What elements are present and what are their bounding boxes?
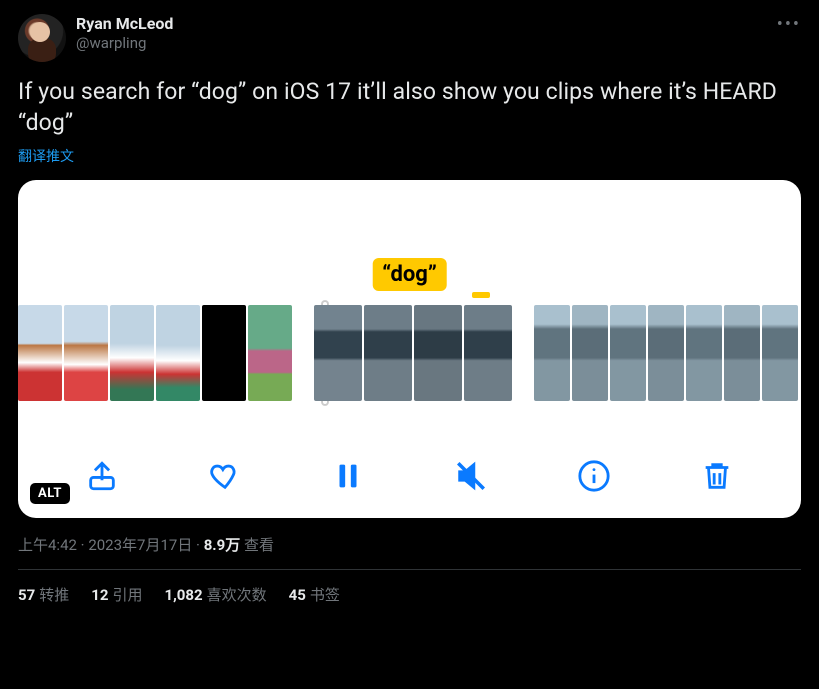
clip-group-active [314,305,512,401]
tweet-time[interactable]: 上午4:42 [18,536,77,554]
clip-thumb[interactable] [724,305,760,401]
mute-button[interactable] [451,456,491,496]
clip-thumb[interactable] [110,305,154,401]
clip-thumb[interactable] [64,305,108,401]
stat-label: 引用 [112,586,142,604]
info-button[interactable] [574,456,614,496]
clip-thumb[interactable] [156,305,200,401]
clip-thumb[interactable] [534,305,570,401]
clip-thumb[interactable] [314,305,362,401]
tweet-meta: 上午4:42 · 2023年7月17日 · 8.9万 查看 [18,534,801,555]
more-options-button[interactable]: ••• [777,14,801,35]
meta-sep: · [77,536,88,554]
media-attachment[interactable]: “dog” [18,180,801,518]
clip-thumb[interactable] [610,305,646,401]
clip-thumb[interactable] [648,305,684,401]
pause-icon [331,459,365,493]
stat-likes[interactable]: 1,082 喜欢次数 [164,584,266,605]
info-icon [577,459,611,493]
clip-thumb[interactable] [364,305,412,401]
clip-thumb[interactable] [686,305,722,401]
stat-quotes[interactable]: 12引用 [91,584,142,605]
trash-icon [700,459,734,493]
pause-button[interactable] [328,456,368,496]
stat-label: 喜欢次数 [207,586,267,604]
stat-label: 书签 [310,586,340,604]
video-timeline[interactable] [18,305,801,401]
author-names: Ryan McLeod @warpling [76,14,173,53]
tweet-text: If you search for “dog” on iOS 17 it’ll … [18,76,801,138]
clip-group [534,305,798,401]
tweet-container: ••• Ryan McLeod @warpling If you search … [0,0,819,619]
heart-icon [208,459,242,493]
clip-thumb[interactable] [572,305,608,401]
clip-thumb[interactable] [18,305,62,401]
stat-count: 12 [91,586,108,604]
separator-line [18,569,801,570]
view-count: 8.9万 [204,536,241,554]
stat-bookmarks[interactable]: 45书签 [289,584,340,605]
view-label: 查看 [244,536,274,554]
tweet-header: Ryan McLeod @warpling [18,14,801,62]
author-handle[interactable]: @warpling [76,34,173,53]
share-icon [85,459,119,493]
stat-count: 57 [18,586,35,604]
stat-retweets[interactable]: 57转推 [18,584,69,605]
translate-link[interactable]: 翻译推文 [18,146,801,166]
stat-count: 1,082 [164,586,202,604]
clip-thumb[interactable] [414,305,462,401]
clip-thumb[interactable] [202,305,246,401]
stat-label: 转推 [39,586,69,604]
author-display-name[interactable]: Ryan McLeod [76,14,173,34]
alt-badge[interactable]: ALT [30,483,70,504]
tweet-date[interactable]: 2023年7月17日 [88,536,192,554]
avatar[interactable] [18,14,66,62]
share-button[interactable] [82,456,122,496]
clip-thumb[interactable] [464,305,512,401]
mute-icon [454,459,488,493]
caption-caret [472,292,490,298]
meta-sep: · [192,536,203,554]
clip-group [18,305,292,401]
like-button[interactable] [205,456,245,496]
media-controls [18,456,801,496]
caption-highlight: “dog” [372,258,447,291]
stat-count: 45 [289,586,306,604]
delete-button[interactable] [697,456,737,496]
clip-thumb[interactable] [248,305,292,401]
tweet-stats: 57转推 12引用 1,082 喜欢次数 45书签 [18,584,801,605]
clip-thumb[interactable] [762,305,798,401]
